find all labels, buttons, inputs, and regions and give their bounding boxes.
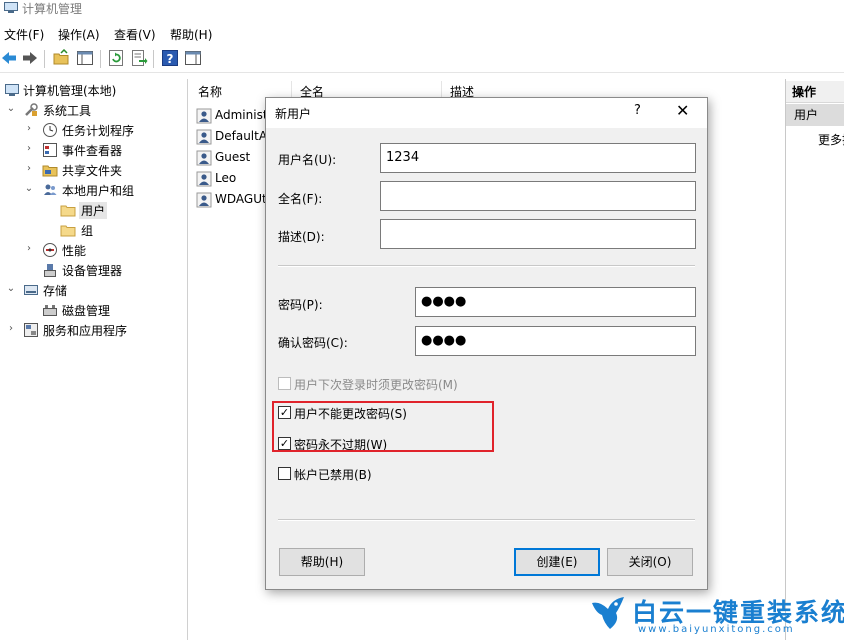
folder-icon [60, 205, 76, 217]
chevron-right-icon[interactable]: › [24, 163, 34, 175]
menu-help[interactable]: 帮助(H) [170, 26, 212, 43]
chevron-right-icon[interactable]: › [24, 243, 34, 255]
checkbox-box[interactable] [278, 467, 291, 480]
must-change-password-checkbox[interactable]: 用户下次登录时须更改密码(M) [278, 375, 538, 393]
help-button[interactable]: 帮助(H) [279, 548, 365, 576]
clock-icon [43, 123, 57, 137]
console-tree: 计算机管理(本地) ⌄ 系统工具 › 任务计划程序 › 事件查看器 › 共享文件… [0, 79, 188, 640]
dialog-titlebar: 新用户 ? ✕ [266, 98, 707, 128]
disk-management-icon [43, 305, 57, 316]
tree-item-disk-management[interactable]: 磁盘管理 [0, 300, 188, 320]
fullname-label: 全名(F): [278, 192, 323, 206]
watermark-bird-icon [592, 597, 624, 629]
list-item-name: Leo [215, 171, 237, 185]
checkbox-box[interactable] [278, 377, 291, 390]
export-list-icon[interactable] [130, 49, 148, 67]
dialog-title: 新用户 [275, 107, 312, 121]
description-field[interactable] [380, 219, 696, 249]
dialog-help-icon[interactable]: ? [634, 103, 641, 118]
tree-item-groups[interactable]: 组 [0, 220, 188, 240]
tree-item-task-scheduler[interactable]: › 任务计划程序 [0, 120, 188, 140]
window-titlebar: 计算机管理 [0, 0, 844, 20]
toolbar-separator [100, 50, 101, 68]
show-hide-tree-icon[interactable] [76, 49, 94, 67]
dialog-close-icon[interactable]: ✕ [676, 101, 689, 120]
services-apps-icon [24, 323, 38, 337]
shared-folder-icon [42, 165, 58, 177]
watermark: 白云一键重装系统 www.baiyunxitong.com [590, 593, 844, 638]
fullname-field[interactable] [380, 181, 696, 211]
list-item-name: Administ [215, 108, 268, 122]
account-disabled-checkbox[interactable]: 帐户已禁用(B) [278, 465, 478, 483]
chevron-down-icon[interactable]: ⌄ [24, 183, 34, 195]
computer-management-icon [4, 2, 18, 13]
chevron-down-icon[interactable]: ⌄ [6, 103, 16, 115]
toolbar: ? [0, 45, 844, 73]
watermark-url: www.baiyunxitong.com [638, 624, 795, 635]
svg-text:?: ? [167, 52, 174, 66]
tree-item-shared-folders[interactable]: › 共享文件夹 [0, 160, 188, 180]
tree-item-system-tools[interactable]: ⌄ 系统工具 [0, 100, 188, 120]
device-manager-icon [44, 264, 56, 277]
new-user-dialog: 新用户 ? ✕ 用户名(U): 1234 全名(F): 描述(D): 密码(P)… [265, 97, 708, 590]
user-icon [196, 150, 212, 166]
folder-icon [60, 225, 76, 237]
menu-bar: 文件(F) 操作(A) 查看(V) 帮助(H) [0, 22, 844, 44]
annotation-highlight-box [272, 401, 494, 452]
show-hide-action-pane-icon[interactable] [184, 49, 202, 67]
storage-icon [24, 285, 38, 295]
users-group-icon [44, 184, 57, 195]
event-viewer-icon [43, 143, 57, 157]
actions-pane: 操作 用户 更多操 [785, 79, 844, 640]
actions-header: 操作 [786, 81, 844, 103]
refresh-icon[interactable] [107, 49, 125, 67]
menu-action[interactable]: 操作(A) [58, 26, 100, 43]
window-title: 计算机管理 [22, 2, 83, 16]
actions-section-users[interactable]: 用户 [786, 104, 844, 126]
actions-more-link[interactable]: 更多操 [818, 131, 844, 148]
tree-item-users[interactable]: 用户 [0, 200, 188, 220]
chevron-down-icon[interactable]: ⌄ [6, 283, 16, 295]
password-label: 密码(P): [278, 298, 323, 312]
dialog-separator [278, 519, 695, 521]
list-item-name: Guest [215, 150, 251, 164]
user-icon [196, 129, 212, 145]
performance-icon [43, 243, 57, 257]
tools-icon [25, 103, 38, 116]
tree-item-storage[interactable]: ⌄ 存储 [0, 280, 188, 300]
tree-item-computer-management[interactable]: 计算机管理(本地) [0, 80, 188, 100]
list-item-name: WDAGUti [215, 192, 271, 206]
user-icon [196, 192, 212, 208]
computer-management-icon [5, 84, 19, 96]
forward-arrow-icon[interactable] [21, 49, 39, 67]
chevron-right-icon[interactable]: › [24, 143, 34, 155]
toolbar-separator [44, 50, 45, 68]
user-icon [196, 171, 212, 187]
description-label: 描述(D): [278, 230, 325, 244]
user-icon [196, 108, 212, 124]
tree-item-services-apps[interactable]: › 服务和应用程序 [0, 320, 188, 340]
password-field[interactable]: ●●●● [415, 287, 696, 317]
tree-item-local-users-groups[interactable]: ⌄ 本地用户和组 [0, 180, 188, 200]
tree-item-event-viewer[interactable]: › 事件查看器 [0, 140, 188, 160]
back-arrow-icon[interactable] [0, 49, 18, 67]
dialog-separator [278, 265, 695, 267]
create-button[interactable]: 创建(E) [514, 548, 600, 576]
tree-item-device-manager[interactable]: 设备管理器 [0, 260, 188, 280]
menu-view[interactable]: 查看(V) [114, 26, 156, 43]
help-icon[interactable]: ? [161, 49, 179, 67]
chevron-right-icon[interactable]: › [6, 323, 16, 335]
menu-file[interactable]: 文件(F) [4, 26, 44, 43]
toolbar-separator [153, 50, 154, 68]
tree-item-performance[interactable]: › 性能 [0, 240, 188, 260]
confirm-password-label: 确认密码(C): [278, 336, 348, 350]
confirm-password-field[interactable]: ●●●● [415, 326, 696, 356]
username-field[interactable]: 1234 [380, 143, 696, 173]
close-button[interactable]: 关闭(O) [607, 548, 693, 576]
folder-up-icon[interactable] [52, 49, 70, 67]
chevron-right-icon[interactable]: › [24, 123, 34, 135]
username-label: 用户名(U): [278, 153, 337, 167]
